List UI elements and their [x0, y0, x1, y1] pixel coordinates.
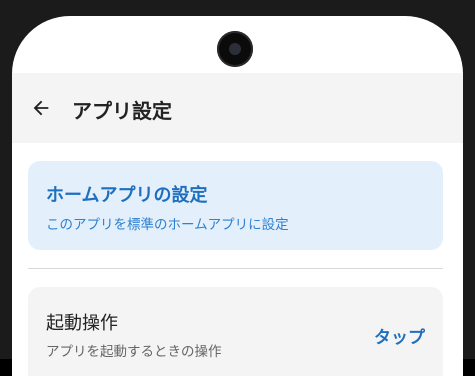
phone-frame: アプリ設定 ホームアプリの設定 このアプリを標準のホームアプリに設定 起動操作 …	[0, 0, 475, 376]
arrow-back-icon	[33, 100, 49, 116]
screen: アプリ設定 ホームアプリの設定 このアプリを標準のホームアプリに設定 起動操作 …	[12, 16, 463, 376]
home-app-setting-subtitle: このアプリを標準のホームアプリに設定	[46, 217, 289, 233]
launch-action-title: 起動操作	[46, 313, 118, 334]
launch-action-card[interactable]: 起動操作 アプリを起動するときの操作 タップ	[28, 287, 443, 376]
home-app-setting-card[interactable]: ホームアプリの設定 このアプリを標準のホームアプリに設定	[28, 161, 443, 250]
front-camera	[217, 31, 253, 67]
app-bar: アプリ設定	[12, 73, 463, 143]
home-app-setting-title: ホームアプリの設定	[46, 185, 208, 206]
launch-action-value: タップ	[374, 328, 425, 348]
back-button[interactable]	[26, 93, 56, 123]
divider	[28, 268, 443, 269]
launch-action-subtitle: アプリを起動するときの操作	[46, 344, 222, 360]
page-title: アプリ設定	[72, 99, 172, 123]
